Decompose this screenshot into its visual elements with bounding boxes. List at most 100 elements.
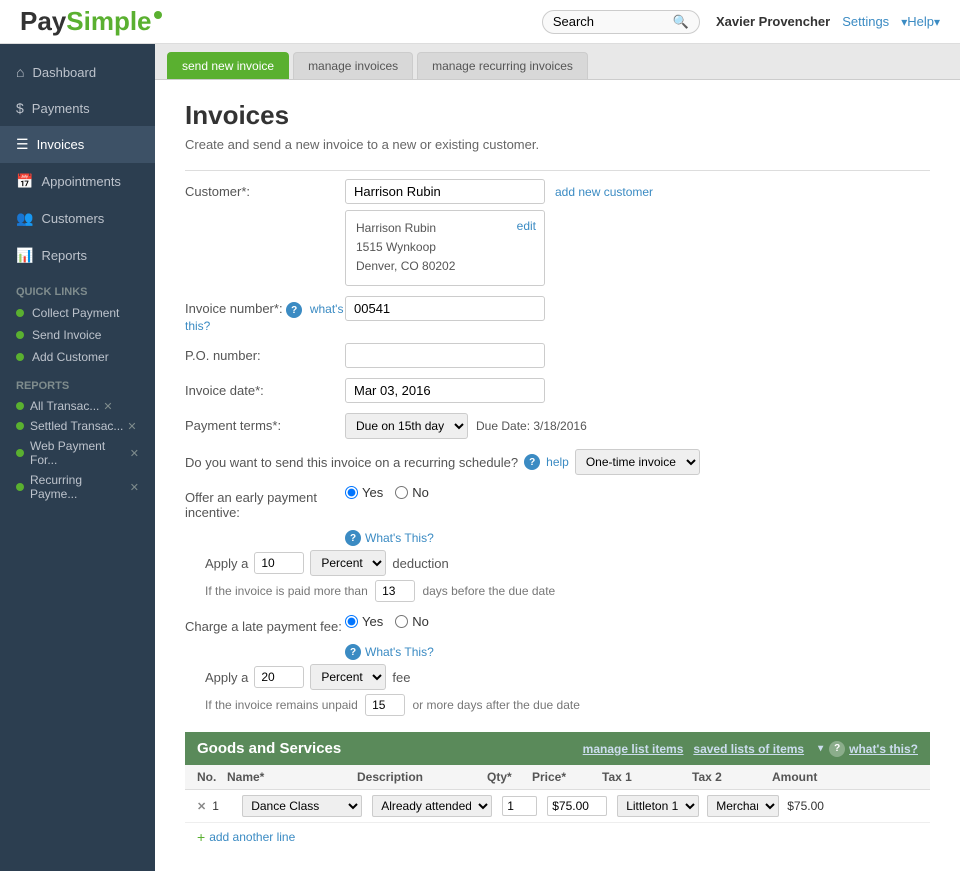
invoice-help-icon[interactable]: ? bbox=[286, 302, 302, 318]
search-icon: 🔍 bbox=[673, 14, 689, 30]
row-price-input[interactable] bbox=[547, 796, 607, 816]
percent-select[interactable]: Percent bbox=[310, 550, 386, 576]
search-input[interactable] bbox=[553, 14, 673, 29]
invoice-number-label: Invoice number*: ? what's this? bbox=[185, 296, 345, 334]
row-qty-input[interactable] bbox=[502, 796, 537, 816]
quick-link-collect-payment[interactable]: Collect Payment bbox=[0, 302, 155, 324]
late-fee-field: Yes No bbox=[345, 614, 930, 629]
late-no-input[interactable] bbox=[395, 615, 408, 628]
report-item-3[interactable]: Recurring Payme... ✕ bbox=[0, 470, 155, 504]
row-tax1: Littleton 1 bbox=[617, 795, 707, 817]
report-dot-icon-0 bbox=[16, 402, 24, 410]
report-close-1[interactable]: ✕ bbox=[127, 420, 136, 433]
add-dot-icon bbox=[16, 353, 24, 361]
late-what-this-row: ? What's This? bbox=[345, 644, 930, 660]
invoice-number-input[interactable] bbox=[345, 296, 545, 321]
row-remove-icon[interactable]: ✕ bbox=[197, 800, 206, 813]
recurring-select[interactable]: One-time invoice bbox=[575, 449, 700, 475]
late-what-this-link[interactable]: What's This? bbox=[365, 645, 434, 659]
late-apply-input[interactable] bbox=[254, 666, 304, 688]
row-amount: $75.00 bbox=[787, 799, 857, 813]
recurring-help-link[interactable]: help bbox=[546, 455, 569, 469]
early-yes-input[interactable] bbox=[345, 486, 358, 499]
manage-list-link[interactable]: manage list items bbox=[583, 742, 684, 756]
search-bar[interactable]: 🔍 bbox=[542, 10, 700, 34]
deduction-label: deduction bbox=[392, 556, 448, 571]
edit-address-link[interactable]: edit bbox=[517, 217, 536, 236]
report-close-3[interactable]: ✕ bbox=[130, 481, 139, 494]
early-payment-yes-radio[interactable]: Yes bbox=[345, 485, 383, 500]
early-payment-no-radio[interactable]: No bbox=[395, 485, 429, 500]
row-qty bbox=[502, 796, 547, 816]
report-item-1[interactable]: Settled Transac... ✕ bbox=[0, 416, 155, 436]
what-this-link[interactable]: What's This? bbox=[365, 531, 434, 545]
what-this-help-icon[interactable]: ? bbox=[345, 530, 361, 546]
late-fee-row: Charge a late payment fee: Yes No bbox=[185, 614, 930, 634]
report-item-2[interactable]: Web Payment For... ✕ bbox=[0, 436, 155, 470]
apply-value-input[interactable] bbox=[254, 552, 304, 574]
row-description: Already attended bbox=[372, 795, 502, 817]
recurring-help-icon[interactable]: ? bbox=[524, 454, 540, 470]
sidebar-label-reports: Reports bbox=[41, 248, 87, 263]
late-days-input[interactable] bbox=[365, 694, 405, 716]
goods-help-icon[interactable]: ? bbox=[829, 741, 845, 757]
tab-send-new-invoice[interactable]: send new invoice bbox=[167, 52, 289, 79]
address-line2: 1515 Wynkoop bbox=[356, 238, 534, 257]
dollar-icon: $ bbox=[16, 100, 24, 116]
reports-icon: 📊 bbox=[16, 247, 33, 264]
sidebar-item-payments[interactable]: $ Payments bbox=[0, 90, 155, 126]
saved-list-chevron-icon: ▾ bbox=[818, 743, 823, 754]
days-input[interactable] bbox=[375, 580, 415, 602]
tab-bar: send new invoice manage invoices manage … bbox=[155, 44, 960, 80]
customer-input[interactable] bbox=[345, 179, 545, 204]
customers-icon: 👥 bbox=[16, 210, 33, 227]
report-close-0[interactable]: ✕ bbox=[103, 400, 112, 413]
report-label-2: Web Payment For... bbox=[30, 439, 126, 467]
po-number-input[interactable] bbox=[345, 343, 545, 368]
quick-link-collect-label: Collect Payment bbox=[32, 306, 119, 320]
help-link[interactable]: Help bbox=[907, 14, 934, 29]
late-percent-select[interactable]: Percent bbox=[310, 664, 386, 690]
po-number-row: P.O. number: bbox=[185, 343, 930, 368]
late-yes-radio[interactable]: Yes bbox=[345, 614, 383, 629]
late-apply-label: Apply a bbox=[205, 670, 248, 685]
goods-what-this-link[interactable]: what's this? bbox=[849, 742, 918, 756]
home-icon: ⌂ bbox=[16, 64, 24, 80]
table-row: ✕ 1 Dance Class Already attended bbox=[185, 790, 930, 823]
report-item-0[interactable]: All Transac... ✕ bbox=[0, 396, 155, 416]
saved-lists-link[interactable]: saved lists of items bbox=[693, 742, 804, 756]
payment-terms-row: Payment terms*: Due on 15th day Due Date… bbox=[185, 413, 930, 439]
due-date-label: Due Date: 3/18/2016 bbox=[476, 419, 587, 433]
row-desc-select[interactable]: Already attended bbox=[372, 795, 492, 817]
quick-link-add-customer[interactable]: Add Customer bbox=[0, 346, 155, 368]
tab-manage-recurring[interactable]: manage recurring invoices bbox=[417, 52, 588, 79]
early-no-input[interactable] bbox=[395, 486, 408, 499]
sidebar-item-customers[interactable]: 👥 Customers bbox=[0, 200, 155, 237]
logo-dot bbox=[154, 11, 162, 19]
logo: Pay Simple bbox=[20, 6, 162, 37]
goods-col-header: No. Name* Description Qty* Price* Tax 1 … bbox=[185, 765, 930, 790]
sidebar-item-dashboard[interactable]: ⌂ Dashboard bbox=[0, 54, 155, 90]
late-what-help-icon[interactable]: ? bbox=[345, 644, 361, 660]
page-content: Invoices Create and send a new invoice t… bbox=[155, 80, 960, 871]
page-title: Invoices bbox=[185, 100, 930, 131]
row-tax2-select[interactable]: Merchant bbox=[707, 795, 779, 817]
quick-link-send-invoice[interactable]: Send Invoice bbox=[0, 324, 155, 346]
row-tax1-select[interactable]: Littleton 1 bbox=[617, 795, 699, 817]
settings-link[interactable]: Settings bbox=[842, 14, 889, 29]
tab-manage-invoices[interactable]: manage invoices bbox=[293, 52, 413, 79]
sidebar-item-appointments[interactable]: 📅 Appointments bbox=[0, 163, 155, 200]
col-header-qty: Qty* bbox=[487, 770, 532, 784]
invoice-date-input[interactable] bbox=[345, 378, 545, 403]
add-new-customer-link[interactable]: add new customer bbox=[555, 185, 653, 199]
report-dot-icon-1 bbox=[16, 422, 24, 430]
add-another-line-row[interactable]: + add another line bbox=[185, 823, 930, 851]
col-header-no: No. bbox=[197, 770, 227, 784]
late-no-radio[interactable]: No bbox=[395, 614, 429, 629]
late-yes-input[interactable] bbox=[345, 615, 358, 628]
sidebar-item-reports[interactable]: 📊 Reports bbox=[0, 237, 155, 274]
payment-terms-select[interactable]: Due on 15th day bbox=[345, 413, 468, 439]
row-name-select[interactable]: Dance Class bbox=[242, 795, 362, 817]
report-close-2[interactable]: ✕ bbox=[130, 447, 139, 460]
sidebar-item-invoices[interactable]: ☰ Invoices bbox=[0, 126, 155, 163]
